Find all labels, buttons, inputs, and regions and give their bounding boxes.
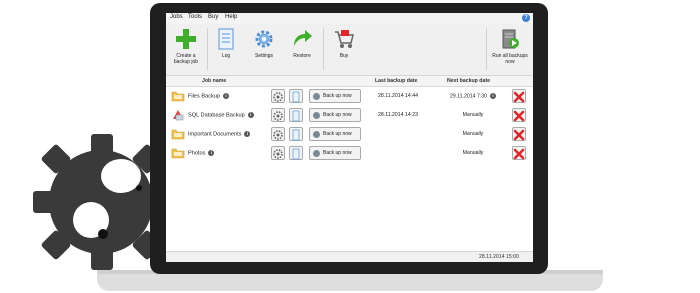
menu-buy[interactable]: Buy xyxy=(208,14,218,20)
info-icon[interactable]: i xyxy=(490,93,497,99)
job-name: SQL Database Backup i xyxy=(188,112,254,118)
job-settings-button[interactable] xyxy=(271,127,285,141)
job-settings-button[interactable] xyxy=(271,108,285,122)
gear-icon xyxy=(273,149,283,159)
document-icon xyxy=(218,28,234,50)
log-button[interactable]: Log xyxy=(210,24,242,75)
table-row[interactable]: Important Documents i Back up now Manuall… xyxy=(166,125,533,144)
back-up-now-button[interactable]: Back up now xyxy=(309,146,361,160)
back-up-now-button[interactable]: Back up now xyxy=(309,127,361,141)
menu-tools[interactable]: Tools xyxy=(188,14,202,20)
run-all-backups-button[interactable]: Run all backups now xyxy=(489,24,531,75)
gear-icon xyxy=(273,92,283,102)
backup-icon xyxy=(313,93,320,100)
back-up-now-button[interactable]: Back up now xyxy=(309,89,361,103)
delete-x-icon xyxy=(513,148,525,160)
job-name: Files Backup i xyxy=(188,93,230,99)
run-all-backups-label: Run all backups now xyxy=(492,53,528,65)
table-row[interactable]: SQL Database Backup i Back up now 28.11.2… xyxy=(166,106,533,125)
shopping-cart-icon xyxy=(335,30,354,48)
menu-jobs[interactable]: Jobs xyxy=(170,14,183,20)
folder-icon xyxy=(171,148,185,159)
settings-label: Settings xyxy=(254,53,274,59)
folder-icon xyxy=(171,91,185,102)
delete-job-button[interactable] xyxy=(512,127,526,141)
toolbar-separator xyxy=(323,28,324,70)
document-icon xyxy=(292,91,300,103)
next-backup-date: Manually xyxy=(462,112,484,118)
delete-job-button[interactable] xyxy=(512,146,526,160)
last-backup-date: 28.11.2014 14:23 xyxy=(378,112,418,118)
backup-icon xyxy=(313,131,320,138)
job-name: Photos i xyxy=(188,150,215,156)
document-icon xyxy=(292,148,300,160)
table-header: Job name Last backup date Next backup da… xyxy=(166,76,533,87)
toolbar: Create a backup job Log Settings Restore… xyxy=(166,24,533,76)
log-label: Log xyxy=(221,53,231,59)
server-run-icon xyxy=(502,29,519,49)
plus-icon xyxy=(176,29,196,49)
status-bar: 28.11.2014 15:00 xyxy=(166,251,533,262)
help-icon[interactable]: ? xyxy=(522,14,530,22)
column-last-backup[interactable]: Last backup date xyxy=(375,78,417,84)
job-log-button[interactable] xyxy=(289,127,303,141)
delete-job-button[interactable] xyxy=(512,108,526,122)
job-settings-button[interactable] xyxy=(271,146,285,160)
buy-button[interactable]: Buy xyxy=(326,24,362,75)
next-backup-date: Manually xyxy=(462,131,484,137)
restore-button[interactable]: Restore xyxy=(284,24,320,75)
laptop-base xyxy=(97,271,603,291)
info-icon[interactable]: i xyxy=(244,131,251,137)
settings-button[interactable]: Settings xyxy=(246,24,282,75)
next-backup-date: 29.11.2014 7:30 i xyxy=(447,93,499,99)
document-icon xyxy=(292,129,300,141)
gear-icon xyxy=(273,130,283,140)
create-backup-job-label: Create a backup job xyxy=(173,53,199,65)
restore-arrow-icon xyxy=(294,30,312,46)
column-next-backup[interactable]: Next backup date xyxy=(447,78,490,84)
back-up-now-button[interactable]: Back up now xyxy=(309,108,361,122)
info-icon[interactable]: i xyxy=(208,150,215,156)
toolbar-separator xyxy=(486,28,487,70)
app-window: Jobs Tools Buy Help ? Create a backup jo… xyxy=(166,13,533,262)
sql-icon xyxy=(173,110,184,121)
toolbar-separator xyxy=(207,28,208,70)
create-backup-job-button[interactable]: Create a backup job xyxy=(168,24,204,75)
last-backup-date: 28.11.2014 14:44 xyxy=(378,93,418,99)
column-job-name[interactable]: Job name xyxy=(202,78,226,84)
folder-icon xyxy=(171,129,185,140)
menu-bar: Jobs Tools Buy Help ? xyxy=(166,13,533,24)
table-row[interactable]: Files Backup i Back up now 28.11.2014 14:… xyxy=(166,87,533,106)
document-icon xyxy=(292,110,300,122)
info-icon[interactable]: i xyxy=(223,93,230,99)
gear-icon xyxy=(255,30,273,48)
status-datetime: 28.11.2014 15:00 xyxy=(479,254,519,260)
menu-help[interactable]: Help xyxy=(225,14,237,20)
restore-label: Restore xyxy=(293,53,311,59)
delete-job-button[interactable] xyxy=(512,89,526,103)
next-backup-date: Manually xyxy=(462,150,484,156)
job-log-button[interactable] xyxy=(289,108,303,122)
job-name: Important Documents i xyxy=(188,131,251,137)
delete-x-icon xyxy=(513,129,525,141)
backup-icon xyxy=(313,112,320,119)
backup-icon xyxy=(313,150,320,157)
delete-x-icon xyxy=(513,110,525,122)
job-log-button[interactable] xyxy=(289,89,303,103)
table-row[interactable]: Photos i Back up now Manually xyxy=(166,144,533,163)
gear-icon xyxy=(273,111,283,121)
info-icon[interactable]: i xyxy=(247,112,254,118)
job-settings-button[interactable] xyxy=(271,89,285,103)
delete-x-icon xyxy=(513,91,525,103)
buy-label: Buy xyxy=(339,53,349,59)
job-log-button[interactable] xyxy=(289,146,303,160)
